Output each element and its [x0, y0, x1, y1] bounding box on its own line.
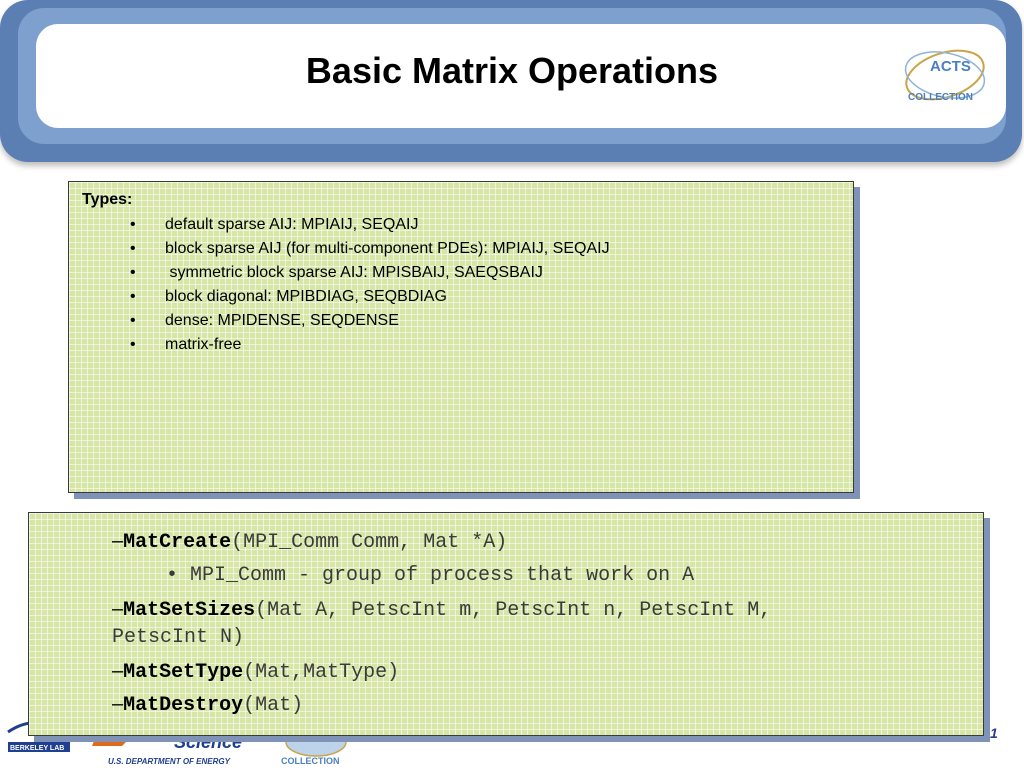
bullet-marker: • [130, 216, 136, 233]
matsettype-function: MatSetType [123, 661, 244, 684]
acts-collection-logo: ACTS COLLECTION [900, 42, 990, 108]
bullet-marker: • [130, 264, 136, 281]
matsetsizes-line: –MatSetSizes(Mat A, PetscInt m, PetscInt… [112, 598, 771, 622]
matsetsizes-args: (Mat A, PetscInt m, PetscInt n, PetscInt… [255, 599, 772, 622]
matdestroy-function: MatDestroy [123, 694, 244, 717]
dash-marker: – [112, 660, 124, 682]
footer-collection-text: COLLECTION [281, 756, 340, 766]
matcreate-line: –MatCreate(MPI_Comm Comm, Mat *A) [112, 530, 507, 554]
matsetsizes-function: MatSetSizes [123, 599, 256, 622]
dash-marker: – [112, 530, 124, 552]
bullet-marker: • [130, 240, 136, 257]
list-item-text: block sparse AIJ (for multi-component PD… [165, 240, 610, 257]
types-label: Types: [82, 191, 133, 208]
acts-logo-text: ACTS [930, 58, 971, 75]
matsettype-line: –MatSetType(Mat,MatType) [112, 660, 399, 684]
bullet-marker: • [130, 312, 136, 329]
matcreate-args: (MPI_Comm Comm, Mat *A) [231, 531, 508, 554]
list-item-text: matrix-free [165, 336, 242, 353]
matsetsizes-args-continued: PetscInt N) [112, 626, 245, 649]
matcreate-function: MatCreate [123, 531, 232, 554]
list-item-text: block diagonal: MPIBDIAG, SEQBDIAG [165, 288, 447, 305]
slide-title: Basic Matrix Operations [305, 50, 719, 91]
bullet-marker: • [130, 336, 136, 353]
page-number: 1 [990, 725, 998, 741]
dash-marker: – [112, 598, 124, 620]
berkeley-lab-text: BERKELEY LAB [10, 745, 64, 752]
doe-logo-text: U.S. DEPARTMENT OF ENERGY [108, 757, 231, 766]
list-item-text: symmetric block sparse AIJ: MPISBAIJ, SA… [165, 264, 543, 281]
matdestroy-args: (Mat) [243, 694, 304, 717]
mpi-comm-description: • MPI_Comm - group of process that work … [166, 564, 695, 587]
bullet-marker: • [130, 288, 136, 305]
matdestroy-line: –MatDestroy(Mat) [112, 693, 303, 717]
dash-marker: – [112, 693, 124, 715]
collection-logo-text: COLLECTION [908, 92, 973, 103]
list-item-text: dense: MPIDENSE, SEQDENSE [165, 312, 399, 329]
matsettype-args: (Mat,MatType) [243, 661, 400, 684]
list-item-text: default sparse AIJ: MPIAIJ, SEQAIJ [165, 216, 419, 233]
